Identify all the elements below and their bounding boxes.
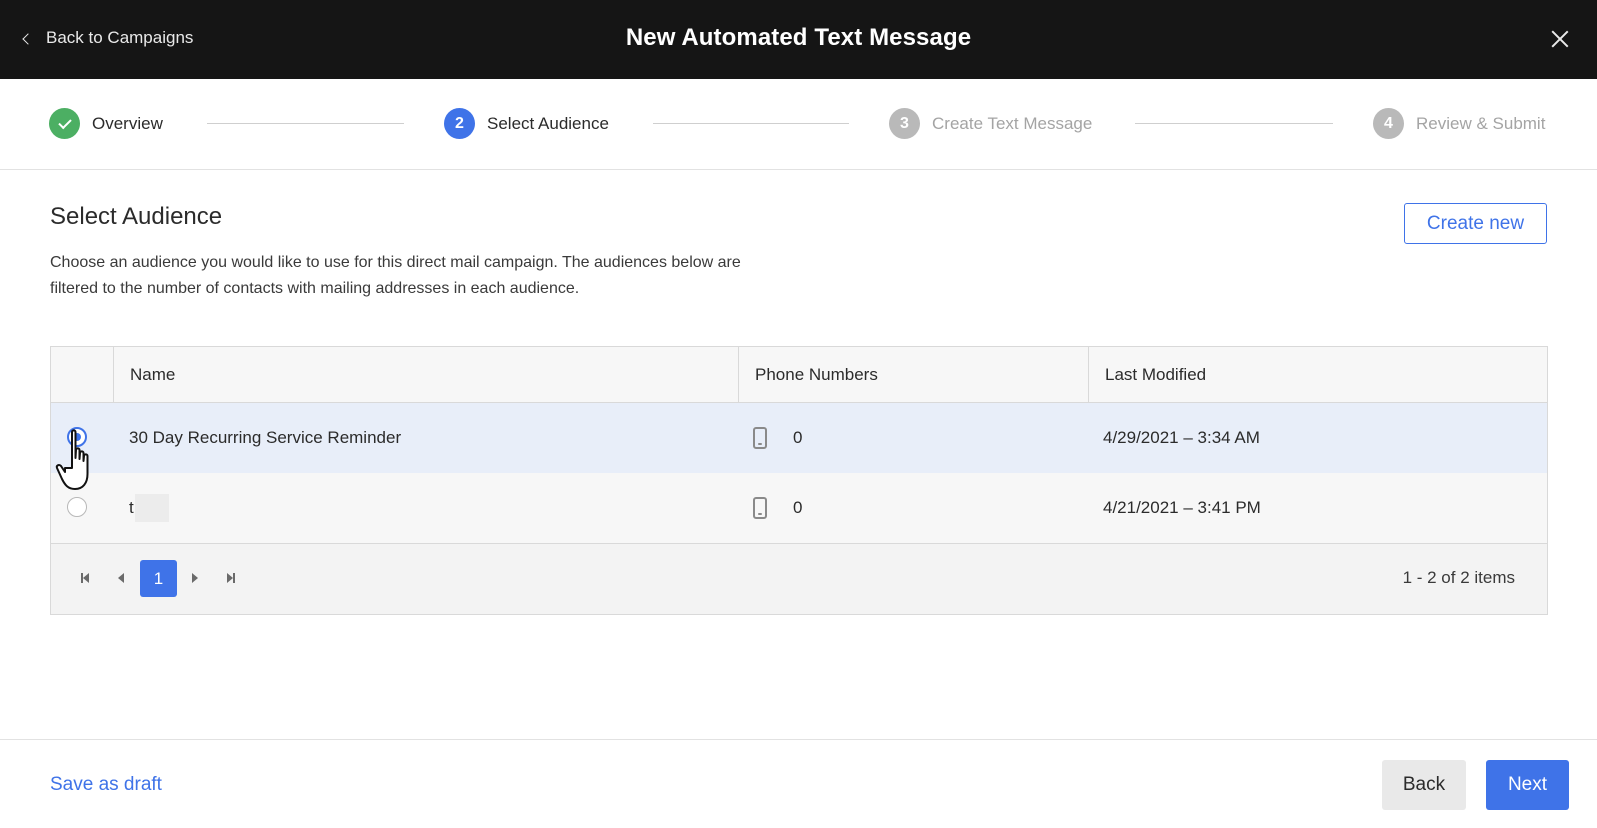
step-label: Overview bbox=[92, 113, 163, 133]
save-as-draft-link[interactable]: Save as draft bbox=[50, 774, 162, 796]
close-icon[interactable] bbox=[1551, 30, 1569, 48]
column-header-last-modified[interactable]: Last Modified bbox=[1088, 347, 1547, 403]
step-label: Select Audience bbox=[487, 113, 609, 133]
row-last-modified: 4/29/2021 – 3:34 AM bbox=[1103, 428, 1260, 447]
step-connector bbox=[653, 123, 849, 124]
next-button[interactable]: Next bbox=[1486, 760, 1569, 810]
step-select-audience[interactable]: 2 Select Audience bbox=[444, 108, 609, 139]
table-row[interactable]: t 0 4/21/2021 – 3:41 PM bbox=[51, 473, 1547, 544]
step-label: Review & Submit bbox=[1416, 113, 1546, 133]
column-header-name[interactable]: Name bbox=[113, 347, 738, 403]
next-page-icon[interactable] bbox=[181, 564, 209, 592]
table-header: Name Phone Numbers Last Modified bbox=[51, 347, 1547, 403]
table-row[interactable]: 30 Day Recurring Service Reminder 0 4/29… bbox=[51, 403, 1547, 474]
redacted-block bbox=[134, 494, 169, 522]
row-phone-numbers: 0 bbox=[753, 473, 802, 543]
row-select-radio[interactable] bbox=[67, 427, 87, 447]
footer-bar: Save as draft Back Next bbox=[0, 739, 1597, 828]
row-select-radio[interactable] bbox=[67, 497, 87, 517]
create-new-button[interactable]: Create new bbox=[1404, 203, 1547, 244]
column-header-phone-numbers[interactable]: Phone Numbers bbox=[738, 347, 1088, 403]
checkmark-icon bbox=[49, 108, 80, 139]
row-name: t bbox=[129, 473, 169, 543]
step-create-text-message[interactable]: 3 Create Text Message bbox=[889, 108, 1092, 139]
row-phone-numbers: 0 bbox=[753, 403, 802, 473]
first-page-icon[interactable] bbox=[71, 564, 99, 592]
step-number: 4 bbox=[1373, 108, 1404, 139]
row-last-modified: 4/21/2021 – 3:41 PM bbox=[1103, 498, 1261, 517]
step-connector bbox=[1135, 123, 1333, 124]
mobile-phone-icon bbox=[753, 497, 767, 519]
previous-page-icon[interactable] bbox=[107, 564, 135, 592]
step-overview[interactable]: Overview bbox=[49, 108, 163, 139]
top-bar: Back to Campaigns New Automated Text Mes… bbox=[0, 0, 1597, 79]
pagination-bar: 1 1 - 2 of 2 items bbox=[51, 543, 1547, 614]
phone-count: 0 bbox=[793, 428, 803, 447]
row-name-text: t bbox=[129, 498, 134, 517]
page-title: New Automated Text Message bbox=[625, 24, 972, 51]
pagination-info: 1 - 2 of 2 items bbox=[1402, 568, 1515, 587]
step-label: Create Text Message bbox=[932, 113, 1093, 133]
section-description: Choose an audience you would like to use… bbox=[50, 254, 741, 297]
step-connector bbox=[207, 123, 404, 124]
progress-stepper: Overview 2 Select Audience 3 Create Text… bbox=[0, 79, 1597, 170]
back-button[interactable]: Back bbox=[1382, 760, 1466, 810]
last-page-icon[interactable] bbox=[217, 564, 245, 592]
row-name: 30 Day Recurring Service Reminder bbox=[129, 428, 402, 447]
phone-count: 0 bbox=[793, 498, 803, 517]
section-title: Select Audience bbox=[50, 203, 223, 230]
audience-table: Name Phone Numbers Last Modified 30 Day … bbox=[50, 346, 1548, 615]
step-review-submit[interactable]: 4 Review & Submit bbox=[1373, 108, 1545, 139]
mobile-phone-icon bbox=[753, 427, 767, 449]
page-number-button[interactable]: 1 bbox=[140, 560, 177, 597]
step-number: 2 bbox=[444, 108, 475, 139]
step-number: 3 bbox=[889, 108, 920, 139]
